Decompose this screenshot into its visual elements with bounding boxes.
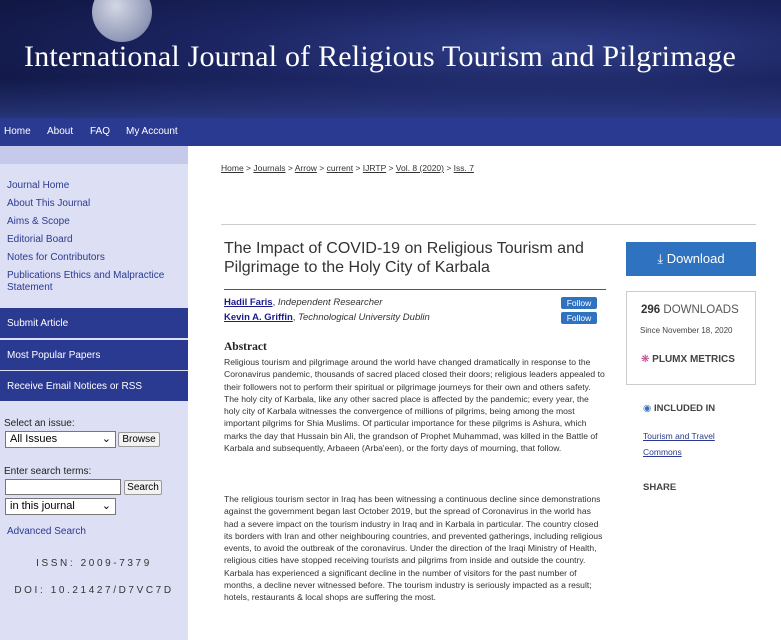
- included-in-icon: ◉: [643, 403, 652, 414]
- included-in-heading: ◉ INCLUDED IN: [643, 403, 715, 414]
- tourism-travel-commons-link[interactable]: Tourism and Travel Commons: [643, 428, 753, 460]
- search-input[interactable]: [5, 479, 121, 495]
- download-count-label: DOWNLOADS: [663, 304, 739, 316]
- sidebar-item-ethics-statement[interactable]: Publications Ethics and Malpractice Stat…: [7, 270, 177, 294]
- sidebar-top-band: [0, 146, 188, 164]
- search-button[interactable]: Search: [124, 480, 162, 495]
- issue-select[interactable]: All Issues ⌄: [5, 431, 116, 448]
- download-icon: ⤓: [657, 251, 664, 266]
- follow-button[interactable]: Follow: [561, 297, 597, 309]
- author-row: Hadil Faris, Independent Researcher: [224, 297, 383, 308]
- search-terms-label: Enter search terms:: [4, 466, 92, 477]
- issue-select-value: All Issues: [10, 433, 58, 445]
- abstract-paragraph-1: Religious tourism and pilgrimage around …: [224, 357, 605, 454]
- author-affiliation: Technological University Dublin: [298, 312, 430, 323]
- author-affiliation: Independent Researcher: [277, 297, 383, 308]
- author-name[interactable]: Kevin A. Griffin: [224, 312, 293, 323]
- article-title: The Impact of COVID-19 on Religious Tour…: [224, 240, 584, 276]
- sidebar-item-notes-contributors[interactable]: Notes for Contributors: [7, 252, 105, 264]
- issn: ISSN: 2009-7379: [36, 558, 152, 569]
- breadcrumb-journals[interactable]: Journals: [253, 163, 285, 173]
- content-divider: [221, 224, 756, 225]
- abstract-paragraph-2: The religious tourism sector in Iraq has…: [224, 494, 603, 603]
- browse-button[interactable]: Browse: [118, 432, 160, 447]
- moon-graphic: [92, 0, 152, 42]
- follow-button[interactable]: Follow: [561, 312, 597, 324]
- author-row: Kevin A. Griffin, Technological Universi…: [224, 312, 430, 323]
- search-scope-select[interactable]: in this journal ⌄: [5, 498, 116, 515]
- abstract-heading: Abstract: [224, 341, 267, 353]
- advanced-search-link[interactable]: Advanced Search: [7, 526, 86, 538]
- sidebar-item-aims-scope[interactable]: Aims & Scope: [7, 216, 70, 228]
- most-popular-papers-link[interactable]: Most Popular Papers: [0, 340, 188, 370]
- chevron-down-icon: ⌄: [101, 433, 111, 445]
- doi: DOI: 10.21427/D7VC7D: [14, 585, 174, 596]
- journal-banner: International Journal of Religious Touri…: [0, 0, 781, 118]
- submit-article-link[interactable]: Submit Article: [0, 308, 188, 338]
- breadcrumb-issue[interactable]: Iss. 7: [454, 163, 474, 173]
- breadcrumb-home[interactable]: Home: [221, 163, 244, 173]
- breadcrumb-volume[interactable]: Vol. 8 (2020): [396, 163, 444, 173]
- top-nav: Home About FAQ My Account: [0, 118, 781, 146]
- journal-title[interactable]: International Journal of Religious Touri…: [24, 40, 736, 74]
- chevron-down-icon: ⌄: [101, 500, 111, 512]
- downloads-since: Since November 18, 2020: [640, 326, 733, 335]
- breadcrumb-arrow[interactable]: Arrow: [295, 163, 317, 173]
- nav-my-account[interactable]: My Account: [126, 126, 178, 137]
- breadcrumb: Home > Journals > Arrow > current > IJRT…: [221, 163, 474, 173]
- download-count-value: 296: [641, 304, 661, 316]
- title-divider: [224, 289, 606, 290]
- plumx-label: PLUMX METRICS: [652, 354, 735, 365]
- nav-about[interactable]: About: [47, 126, 73, 137]
- email-notices-rss-link[interactable]: Receive Email Notices or RSS: [0, 371, 188, 401]
- included-in-label: INCLUDED IN: [653, 403, 716, 414]
- sidebar-item-journal-home[interactable]: Journal Home: [7, 180, 69, 192]
- breadcrumb-ijrtp[interactable]: IJRTP: [363, 163, 386, 173]
- share-heading: SHARE: [643, 482, 677, 493]
- nav-home[interactable]: Home: [4, 126, 31, 137]
- sidebar-item-editorial-board[interactable]: Editorial Board: [7, 234, 73, 246]
- breadcrumb-current[interactable]: current: [327, 163, 353, 173]
- search-scope-value: in this journal: [10, 500, 75, 512]
- sidebar: Journal Home About This Journal Aims & S…: [0, 146, 188, 640]
- plumx-metrics-link[interactable]: ❋ PLUMX METRICS: [641, 354, 735, 365]
- plumx-icon: ❋: [641, 354, 650, 365]
- select-issue-label: Select an issue:: [4, 418, 75, 429]
- sidebar-item-about-journal[interactable]: About This Journal: [7, 198, 90, 210]
- nav-faq[interactable]: FAQ: [90, 126, 110, 137]
- download-button[interactable]: ⤓ Download: [626, 242, 756, 276]
- author-name[interactable]: Hadil Faris: [224, 297, 273, 308]
- download-count: 296 DOWNLOADS: [641, 304, 739, 316]
- download-label: Download: [666, 251, 725, 266]
- banner-mist: [0, 78, 781, 118]
